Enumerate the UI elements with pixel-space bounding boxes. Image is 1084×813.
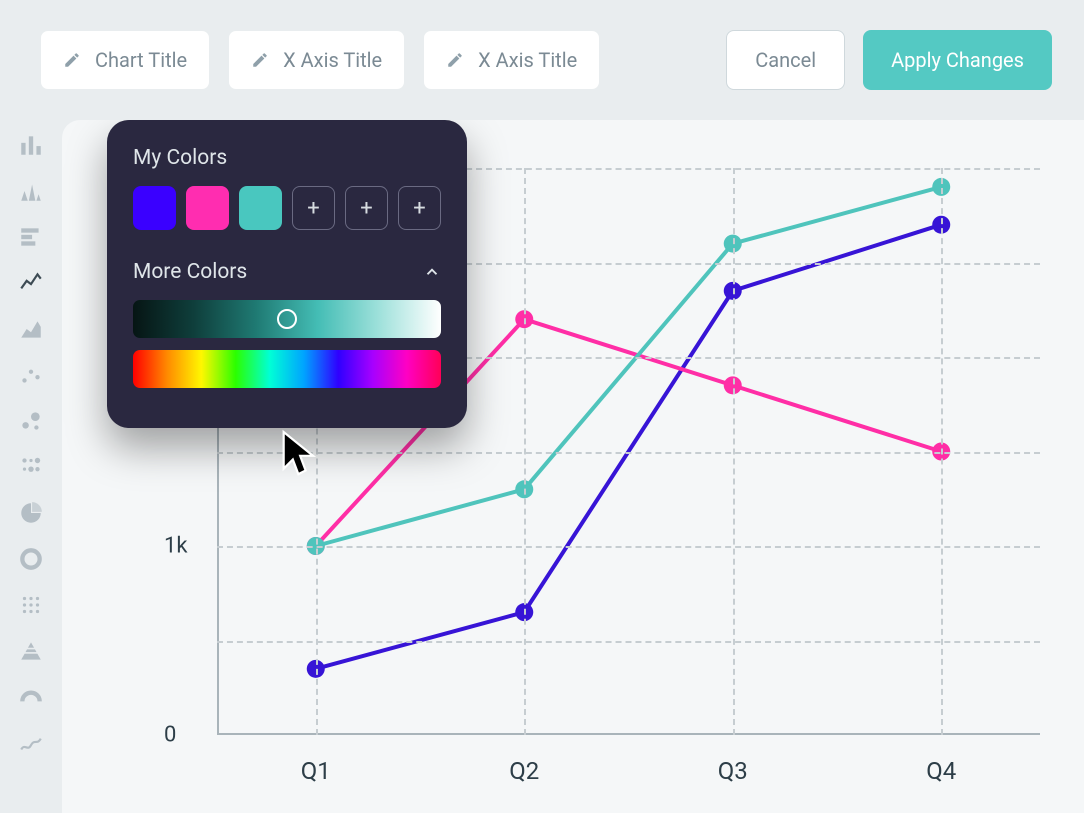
y-tick-label: 0 [164,723,176,748]
add-color-swatch[interactable]: + [345,186,388,230]
chart-title-label: Chart Title [95,48,187,72]
x-axis-title-label-1: X Axis Title [283,48,382,72]
x-tick-label: Q3 [718,757,748,785]
hbar-chart-icon[interactable] [18,224,44,250]
x-axis-title-input-2[interactable]: X Axis Title [423,30,600,90]
more-colors-label: More Colors [133,260,247,284]
hue-slider[interactable] [133,350,441,388]
color-swatch[interactable] [239,186,282,230]
add-color-swatch[interactable]: + [292,186,335,230]
x-tick-label: Q4 [926,757,956,785]
scatter-chart-icon[interactable] [18,362,44,388]
chart-title-input[interactable]: Chart Title [40,30,210,90]
cancel-button[interactable]: Cancel [726,30,845,90]
bar-chart-icon[interactable] [18,132,44,158]
shade-slider-handle[interactable] [277,309,297,329]
x-tick-label: Q1 [301,757,331,785]
more-colors-toggle[interactable]: More Colors [133,260,441,284]
color-swatch[interactable] [186,186,229,230]
gauge-chart-icon[interactable] [18,684,44,710]
chart-type-sidebar [0,120,62,813]
color-picker-popover: My Colors +++ More Colors [107,120,467,428]
apply-button[interactable]: Apply Changes [863,30,1052,90]
color-swatch[interactable] [133,186,176,230]
dot-matrix-icon[interactable] [18,592,44,618]
donut-chart-icon[interactable] [18,546,44,572]
line-chart-icon[interactable] [18,270,44,296]
x-tick-label: Q2 [509,757,539,785]
area-chart-icon[interactable] [18,316,44,342]
chart-canvas: 01kQ1Q2Q3Q4 My Colors +++ More Colors [62,120,1084,813]
y-tick-label: 1k [164,534,188,559]
bubble-chart-icon[interactable] [18,408,44,434]
my-colors-heading: My Colors [133,146,441,170]
pencil-icon [63,51,81,69]
spike-chart-icon[interactable] [18,178,44,204]
bubble-grid-icon[interactable] [18,454,44,480]
shade-slider[interactable] [133,300,441,338]
x-axis-title-label-2: X Axis Title [478,48,577,72]
pyramid-chart-icon[interactable] [18,638,44,664]
x-axis-title-input-1[interactable]: X Axis Title [228,30,405,90]
trend-chart-icon[interactable] [18,730,44,756]
add-color-swatch[interactable]: + [398,186,441,230]
chevron-up-icon [423,263,441,281]
pie-chart-icon[interactable] [18,500,44,526]
pencil-icon [446,51,464,69]
pencil-icon [251,51,269,69]
